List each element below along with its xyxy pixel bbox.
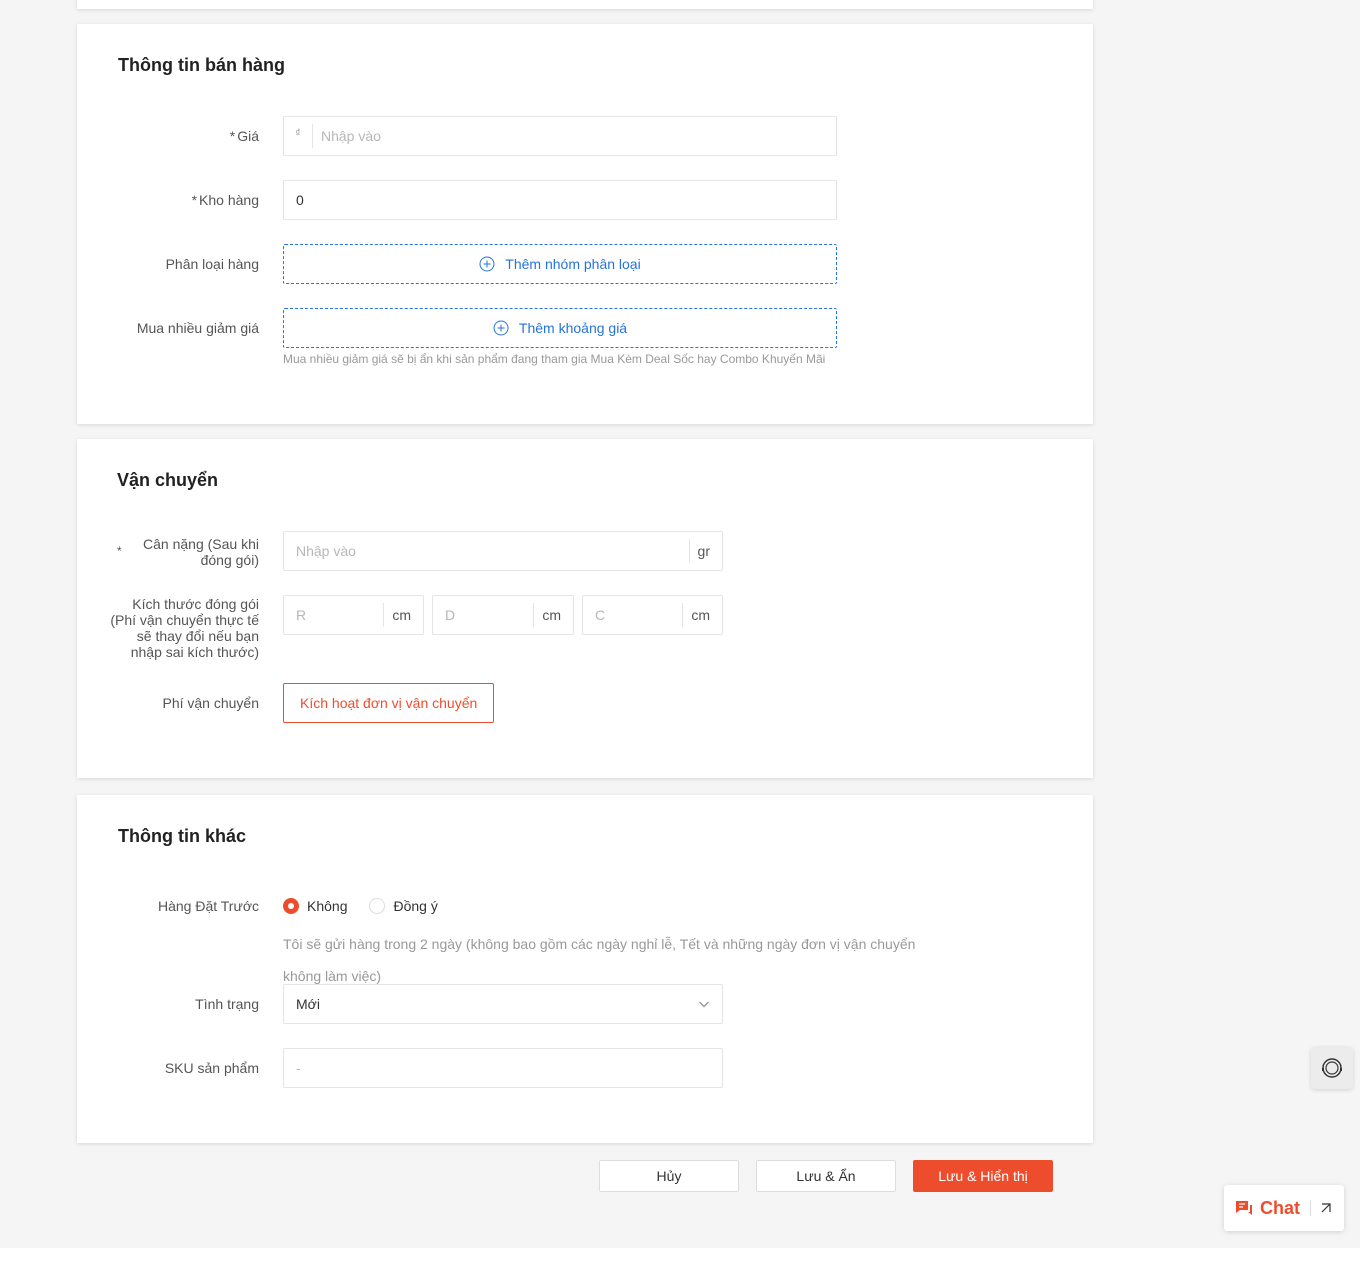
stock-label: * Kho hàng [69, 192, 259, 208]
add-price-tier-button[interactable]: Thêm khoảng giá [283, 308, 837, 348]
previous-section-card [77, 0, 1093, 9]
radio-unchecked-icon [369, 898, 386, 914]
add-price-tier-label: Thêm khoảng giá [518, 320, 628, 336]
activate-shipping-button[interactable]: Kích hoạt đơn vị vận chuyển [283, 683, 495, 723]
sku-label: SKU sản phẩm [164, 1060, 259, 1076]
shipping-card: Vận chuyển * Cân nặng (Sau khi đóng gói)… [77, 439, 1093, 778]
other-section-title: Thông tin khác [118, 826, 246, 846]
weight-label: Cân nặng (Sau khi đóng gói) [143, 536, 259, 568]
customer-support-button[interactable] [1311, 1047, 1353, 1089]
weight-placeholder: Nhập vào [296, 543, 356, 559]
price-placeholder: Nhập vào [321, 128, 381, 144]
expand-icon[interactable] [1319, 1201, 1333, 1215]
sales-section-title: Thông tin bán hàng [118, 55, 285, 75]
headset-icon [1322, 1058, 1342, 1078]
length-input[interactable]: R cm [283, 595, 424, 635]
required-mark: * [191, 192, 198, 208]
chevron-down-icon [699, 1001, 709, 1008]
sku-input[interactable]: - [283, 1048, 723, 1088]
save-and-publish-button[interactable]: Lưu & Hiển thị [913, 1160, 1053, 1192]
variation-label: Phân loại hàng [165, 256, 259, 272]
height-input[interactable]: C cm [582, 595, 723, 635]
wholesale-label: Mua nhiều giảm giá [136, 320, 259, 336]
length-unit: cm [383, 603, 423, 627]
width-placeholder: D [445, 607, 456, 623]
preorder-label: Hàng Đặt Trước [157, 898, 259, 914]
plus-circle-icon [479, 256, 495, 272]
sales-info-card: Thông tin bán hàng * Giá ₫ Nhập vào * Kho … [77, 24, 1093, 424]
add-variation-label: Thêm nhóm phân loại [505, 256, 641, 272]
height-placeholder: C [595, 607, 606, 623]
price-input[interactable]: ₫ Nhập vào [283, 116, 837, 156]
save-and-hide-button[interactable]: Lưu & Ẩn [756, 1160, 896, 1192]
chat-widget[interactable]: Chat [1224, 1185, 1344, 1231]
preorder-radio-group: Không Đồng ý [283, 898, 460, 914]
weight-input[interactable]: Nhập vào gr [283, 531, 723, 571]
width-unit: cm [533, 603, 573, 627]
preorder-yes-label: Đồng ý [393, 898, 438, 914]
page-footer-strip [0, 1248, 1360, 1272]
weight-unit: gr [688, 539, 722, 563]
shipping-fee-label: Phí vận chuyển [162, 695, 259, 711]
required-mark: * [229, 128, 236, 144]
package-size-label: Kích thước đóng gói (Phí vận chuyển thực… [110, 596, 259, 660]
currency-prefix: ₫ [284, 124, 313, 148]
condition-select[interactable]: Mới [283, 984, 723, 1024]
condition-value: Mới [296, 996, 320, 1012]
preorder-description: Tôi sẽ gửi hàng trong 2 ngày (không bao … [283, 936, 916, 984]
height-unit: cm [682, 603, 722, 627]
stock-value: 0 [296, 192, 304, 208]
price-label: * Giá [69, 128, 259, 144]
other-info-card: Thông tin khác Hàng Đặt Trước Không Đồng… [77, 795, 1093, 1143]
preorder-no-label: Không [307, 898, 348, 914]
stock-label-text: Kho hàng [199, 192, 259, 208]
chat-divider [1310, 1200, 1311, 1216]
plus-circle-icon [493, 320, 509, 336]
cancel-button[interactable]: Hủy [599, 1160, 739, 1192]
preorder-no-radio[interactable]: Không [283, 898, 347, 914]
chat-bubble-icon [1236, 1201, 1252, 1215]
stock-input[interactable]: 0 [283, 180, 837, 220]
radio-checked-icon [283, 898, 299, 914]
add-variation-button[interactable]: Thêm nhóm phân loại [283, 244, 837, 284]
condition-label: Tình trạng [195, 996, 259, 1012]
width-input[interactable]: D cm [432, 595, 574, 635]
preorder-yes-radio[interactable]: Đồng ý [369, 898, 438, 914]
sku-placeholder: - [296, 1060, 301, 1076]
price-label-text: Giá [237, 128, 259, 144]
required-mark: * [117, 544, 122, 558]
wholesale-hint: Mua nhiều giảm giá sẽ bị ẩn khi sản phẩm… [283, 352, 826, 366]
length-placeholder: R [296, 607, 307, 623]
chat-label: Chat [1260, 1197, 1300, 1218]
shipping-section-title: Vận chuyển [117, 470, 219, 490]
